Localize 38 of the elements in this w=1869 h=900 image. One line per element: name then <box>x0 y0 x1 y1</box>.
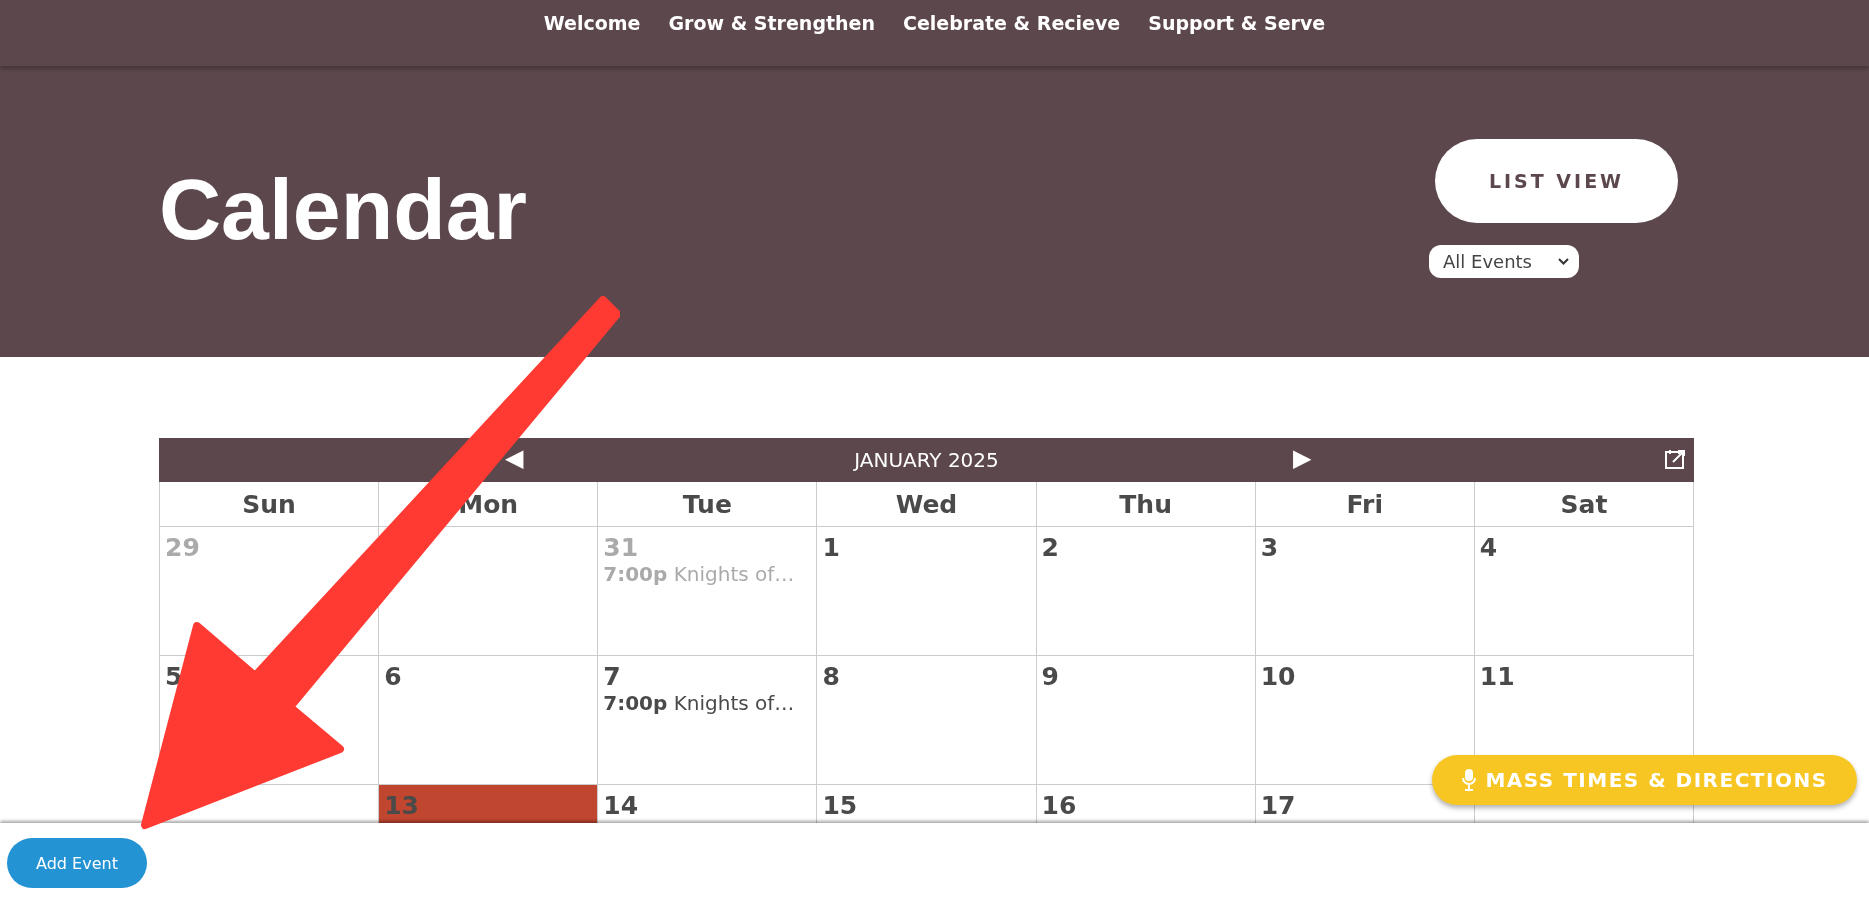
day-number: 5 <box>165 662 183 691</box>
day-number: 16 <box>1041 791 1077 820</box>
day-number: 10 <box>1260 662 1296 691</box>
day-number: 7 <box>603 662 621 691</box>
day-number: 14 <box>603 791 639 820</box>
nav-link[interactable]: Support & Serve <box>1148 12 1326 34</box>
list-view-button[interactable]: LIST VIEW <box>1435 139 1678 223</box>
next-month-button[interactable]: ▶ <box>1293 444 1311 472</box>
weekday-header: Thu <box>1036 482 1256 527</box>
chevron-icon <box>1558 258 1569 265</box>
day-number: 11 <box>1479 662 1515 691</box>
nav-link[interactable]: Grow & Strengthen <box>668 12 875 34</box>
microphone-icon <box>1461 768 1478 792</box>
calendar-event[interactable]: 7:00p Knights of… <box>603 691 795 715</box>
weekday-header: Wed <box>817 482 1037 527</box>
day-number: 15 <box>822 791 858 820</box>
day-number: 31 <box>603 533 639 562</box>
day-number: 2 <box>1041 533 1059 562</box>
day-number: 13 <box>384 791 419 820</box>
nav-link[interactable]: Welcome <box>543 12 641 34</box>
month-label: JANUARY 2025 <box>854 448 999 472</box>
previous-month-button[interactable]: ◀ <box>505 444 523 472</box>
filter-select[interactable]: All Events <box>1429 245 1579 278</box>
weekday-header: Sat <box>1474 482 1694 527</box>
calendar-export-icon[interactable] <box>1664 448 1688 470</box>
day-number: 6 <box>384 662 402 691</box>
day-number: 17 <box>1260 791 1296 820</box>
day-number: 4 <box>1479 533 1498 562</box>
weekday-header: Sun <box>160 482 380 527</box>
nav-link[interactable]: Celebrate & Recieve <box>903 12 1121 34</box>
day-number: 9 <box>1041 662 1059 691</box>
day-number: 29 <box>165 533 200 562</box>
weekday-header: Fri <box>1255 482 1475 527</box>
page-title: Calendar <box>159 162 528 257</box>
day-number: 1 <box>822 533 840 562</box>
weekday-header: Tue <box>598 482 818 527</box>
day-number: 3 <box>1260 533 1279 562</box>
day-number: 8 <box>822 662 840 691</box>
